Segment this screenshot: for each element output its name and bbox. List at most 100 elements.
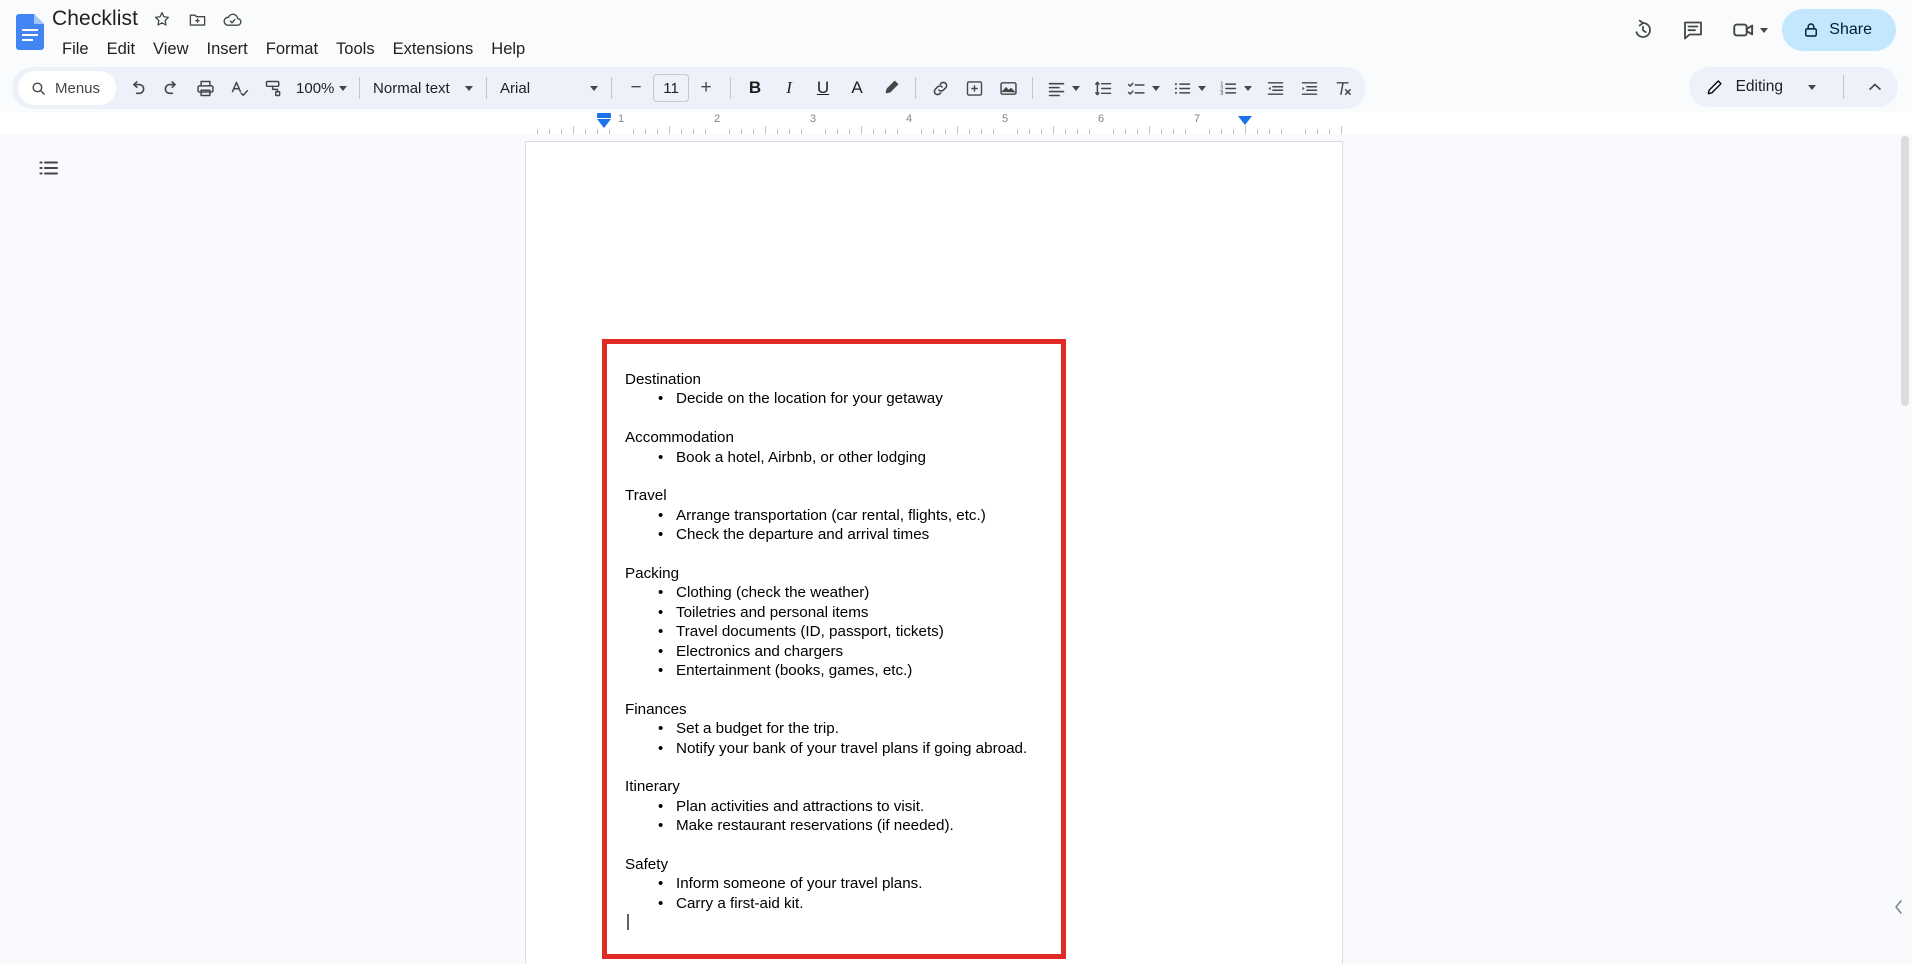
list-item[interactable]: Decide on the location for your getaway bbox=[625, 389, 1055, 409]
ruler[interactable]: 1 2 3 4 5 6 7 bbox=[0, 112, 1912, 134]
move-to-folder-icon[interactable] bbox=[186, 8, 208, 30]
insert-image-button[interactable] bbox=[991, 71, 1025, 105]
menu-bar: File Edit View Insert Format Tools Exten… bbox=[53, 36, 534, 62]
toolbar-divider bbox=[730, 77, 732, 99]
list-item[interactable]: Check the departure and arrival times bbox=[625, 525, 1055, 545]
mode-chevron-down-icon[interactable] bbox=[1795, 70, 1829, 104]
highlight-box: DestinationDecide on the location for yo… bbox=[602, 339, 1066, 959]
menus-button[interactable]: Menus bbox=[18, 71, 117, 105]
line-spacing-button[interactable] bbox=[1086, 71, 1120, 105]
highlight-color-button[interactable] bbox=[874, 71, 908, 105]
ruler-number: 2 bbox=[713, 113, 721, 125]
section-heading[interactable]: Safety bbox=[625, 855, 1055, 874]
scrollbar-thumb[interactable] bbox=[1901, 136, 1909, 406]
section-heading[interactable]: Itinerary bbox=[625, 777, 1055, 796]
increase-indent-button[interactable] bbox=[1292, 71, 1326, 105]
top-bar: Checklist File Edit View Insert Format T… bbox=[0, 0, 1912, 64]
ruler-tick bbox=[1053, 126, 1054, 134]
list-item[interactable]: Carry a first-aid kit. bbox=[625, 894, 1055, 914]
decrease-font-size-label: − bbox=[630, 77, 642, 98]
undo-button[interactable] bbox=[120, 71, 154, 105]
right-indent-marker[interactable] bbox=[1238, 116, 1252, 125]
list-item[interactable]: Notify your bank of your travel plans if… bbox=[625, 739, 1055, 759]
decrease-font-size-button[interactable]: − bbox=[619, 71, 653, 105]
paint-format-button[interactable] bbox=[256, 71, 290, 105]
mode-select[interactable]: Editing bbox=[1688, 67, 1898, 107]
comment-history-icon[interactable] bbox=[1671, 8, 1715, 52]
align-chevron-down-icon bbox=[1072, 85, 1081, 91]
underline-button[interactable]: U bbox=[806, 71, 840, 105]
lock-icon bbox=[1802, 21, 1820, 39]
redo-button[interactable] bbox=[154, 71, 188, 105]
decrease-indent-button[interactable] bbox=[1258, 71, 1292, 105]
list-item[interactable]: Make restaurant reservations (if needed)… bbox=[625, 816, 1055, 836]
list-item[interactable]: Electronics and chargers bbox=[625, 642, 1055, 662]
italic-button[interactable]: I bbox=[772, 71, 806, 105]
meet-icon[interactable] bbox=[1721, 8, 1776, 52]
ruler-number: 4 bbox=[905, 113, 913, 125]
increase-font-size-button[interactable]: + bbox=[689, 71, 723, 105]
list-item[interactable]: Set a budget for the trip. bbox=[625, 719, 1055, 739]
clear-formatting-button[interactable] bbox=[1326, 71, 1360, 105]
list-item[interactable]: Clothing (check the weather) bbox=[625, 583, 1055, 603]
document-page[interactable]: DestinationDecide on the location for yo… bbox=[525, 141, 1343, 964]
font-size-input[interactable]: 11 bbox=[653, 74, 690, 102]
bold-button[interactable]: B bbox=[738, 71, 772, 105]
menu-file[interactable]: File bbox=[53, 36, 98, 62]
ruler-number: 1 bbox=[617, 113, 625, 125]
numbered-list-button[interactable]: 1 2 3 bbox=[1212, 71, 1258, 105]
checklist-content[interactable]: DestinationDecide on the location for yo… bbox=[625, 370, 1055, 933]
list-item[interactable]: Travel documents (ID, passport, tickets) bbox=[625, 622, 1055, 642]
menu-help[interactable]: Help bbox=[482, 36, 534, 62]
document-outline-button[interactable] bbox=[28, 147, 70, 189]
menu-edit[interactable]: Edit bbox=[98, 36, 144, 62]
menu-view[interactable]: View bbox=[144, 36, 197, 62]
version-history-icon[interactable] bbox=[1621, 8, 1665, 52]
menu-extensions[interactable]: Extensions bbox=[384, 36, 483, 62]
section-heading[interactable]: Accommodation bbox=[625, 428, 1055, 447]
font-family-select[interactable]: Arial bbox=[494, 71, 604, 105]
share-button[interactable]: Share bbox=[1782, 9, 1896, 51]
checklist-chevron-down-icon bbox=[1152, 85, 1161, 91]
section-heading[interactable]: Destination bbox=[625, 370, 1055, 389]
section-heading[interactable]: Packing bbox=[625, 564, 1055, 583]
insert-link-button[interactable] bbox=[923, 71, 957, 105]
align-button[interactable] bbox=[1040, 71, 1086, 105]
spelling-check-button[interactable] bbox=[222, 71, 256, 105]
search-icon bbox=[30, 80, 47, 97]
menu-format[interactable]: Format bbox=[257, 36, 327, 62]
paragraph-style-select[interactable]: Normal text bbox=[367, 71, 479, 105]
list-item[interactable]: Inform someone of your travel plans. bbox=[625, 874, 1055, 894]
section-heading[interactable]: Travel bbox=[625, 486, 1055, 505]
list-item[interactable]: Entertainment (books, games, etc.) bbox=[625, 661, 1055, 681]
bulleted-list-button[interactable] bbox=[1166, 71, 1212, 105]
left-indent-marker[interactable] bbox=[596, 119, 611, 128]
page-title[interactable]: Checklist bbox=[52, 6, 138, 32]
menu-tools[interactable]: Tools bbox=[327, 36, 384, 62]
collapse-toolbar-button[interactable] bbox=[1858, 70, 1892, 104]
list-item[interactable]: Plan activities and attractions to visit… bbox=[625, 797, 1055, 817]
vertical-scrollbar[interactable] bbox=[1899, 134, 1912, 964]
list-item[interactable]: Arrange transportation (car rental, flig… bbox=[625, 506, 1055, 526]
meet-chevron-down-icon[interactable] bbox=[1760, 27, 1769, 33]
text-cursor[interactable] bbox=[625, 913, 1055, 932]
toolbar-divider bbox=[611, 77, 613, 99]
ruler-number: 5 bbox=[1001, 113, 1009, 125]
list-item[interactable]: Toiletries and personal items bbox=[625, 603, 1055, 623]
cloud-saved-icon[interactable] bbox=[221, 8, 243, 30]
docs-logo-icon[interactable] bbox=[12, 10, 48, 54]
zoom-select[interactable]: 100% bbox=[290, 71, 352, 105]
add-comment-button[interactable] bbox=[957, 71, 991, 105]
left-indent-bar[interactable] bbox=[596, 113, 611, 118]
list-item[interactable]: Book a hotel, Airbnb, or other lodging bbox=[625, 448, 1055, 468]
checklist-button[interactable] bbox=[1120, 71, 1166, 105]
section-heading[interactable]: Finances bbox=[625, 700, 1055, 719]
print-button[interactable] bbox=[188, 71, 222, 105]
star-icon[interactable] bbox=[151, 8, 173, 30]
text-color-button[interactable]: A bbox=[840, 71, 874, 105]
section-list: Arrange transportation (car rental, flig… bbox=[625, 506, 1055, 545]
expand-side-panel-button[interactable] bbox=[1890, 892, 1908, 922]
menu-insert[interactable]: Insert bbox=[198, 36, 257, 62]
